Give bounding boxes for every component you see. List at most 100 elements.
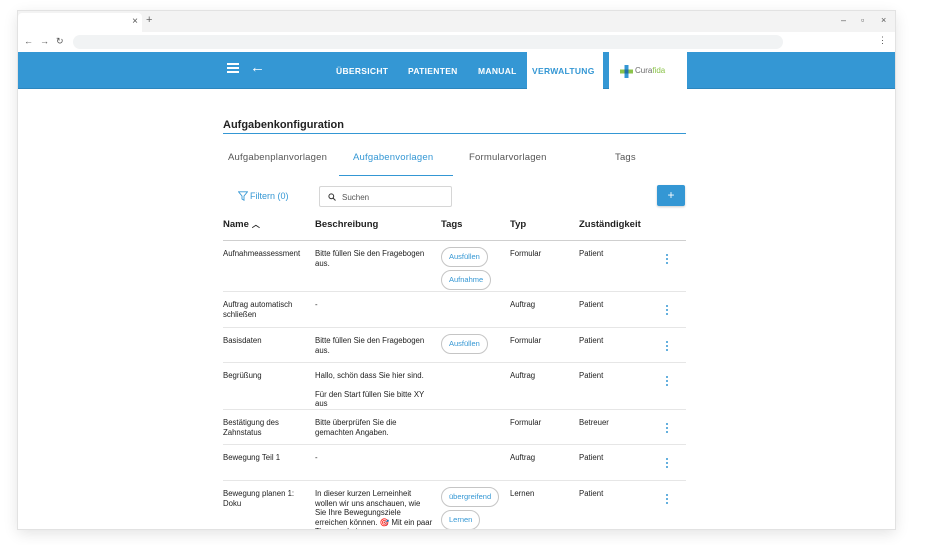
cell-typ: Auftrag: [510, 371, 536, 380]
cell-typ: Formular: [510, 249, 542, 258]
logo-cross-icon: [620, 65, 633, 78]
tab-aufgabenplanvorlagen[interactable]: Aufgabenplanvorlagen: [228, 152, 327, 163]
cell-beschreibung: -: [315, 300, 433, 319]
table-row[interactable]: Bewegung Teil 1 - Auftrag Patient: [223, 445, 686, 481]
filter-label: Filtern (0): [250, 191, 289, 201]
table-row[interactable]: Begrüßung Hallo, schön dass Sie hier sind…: [223, 363, 686, 410]
add-button[interactable]: +: [657, 185, 685, 206]
browser-tabstrip: × + – ▫ ×: [18, 11, 895, 32]
logo-text: Curafida: [635, 66, 666, 75]
cell-zustaendigkeit: Patient: [579, 300, 604, 309]
table-row[interactable]: Bestätigung des Zahnstatus Bitte überprüf…: [223, 410, 686, 445]
tab-formularvorlagen[interactable]: Formularvorlagen: [469, 152, 547, 163]
cell-typ: Auftrag: [510, 453, 536, 462]
row-more-icon[interactable]: [666, 423, 669, 434]
table-row[interactable]: Basisdaten Bitte füllen Sie den Frageboge…: [223, 328, 686, 363]
cell-tags: Ausfüllen: [441, 334, 505, 357]
nav-manual[interactable]: MANUAL: [478, 66, 517, 76]
cell-tags: übergreifend Lernen: [441, 487, 505, 529]
row-more-icon[interactable]: [666, 341, 669, 352]
sort-asc-icon[interactable]: ︿: [252, 219, 260, 230]
cell-beschreibung: Bitte füllen Sie den Fragebogen aus.: [315, 249, 433, 277]
back-nav-icon[interactable]: ←: [24, 36, 33, 46]
cell-beschreibung: -: [315, 453, 433, 472]
cell-zustaendigkeit: Betreuer: [579, 418, 609, 427]
title-divider: [223, 133, 686, 134]
cell-zustaendigkeit: Patient: [579, 249, 604, 258]
tab-close-icon[interactable]: ×: [132, 16, 138, 27]
app-header: ← ÜBERSICHT PATIENTEN MANUAL VERWALTUNG …: [18, 52, 895, 89]
filter-button[interactable]: Filtern (0): [237, 191, 289, 201]
cell-beschreibung: In dieser kurzen Lerneinheit wollen wir …: [315, 489, 433, 529]
page-title: Aufgabenkonfiguration: [223, 119, 344, 131]
main-content: Aufgabenkonfiguration Aufgabenplanvorlag…: [18, 89, 895, 529]
search-input[interactable]: [342, 191, 447, 203]
reload-icon[interactable]: ↻: [56, 36, 64, 47]
description-text: -: [315, 300, 318, 309]
table-row[interactable]: Aufnahmeassessment Bitte füllen Sie den F…: [223, 241, 686, 292]
row-more-icon[interactable]: [666, 254, 669, 265]
cell-zustaendigkeit: Patient: [579, 371, 604, 380]
forward-nav-icon[interactable]: →: [40, 36, 49, 46]
cell-name: Begrüßung: [223, 371, 262, 380]
cell-zustaendigkeit: Patient: [579, 453, 604, 462]
cell-beschreibung: Bitte füllen Sie den Fragebogen aus.: [315, 336, 433, 364]
tag-chip[interactable]: Lernen: [441, 510, 481, 529]
active-tab-indicator: [339, 175, 453, 176]
row-more-icon[interactable]: [666, 494, 669, 505]
search-field[interactable]: [319, 186, 452, 207]
table-row[interactable]: Auftrag automatisch schließen - Auftrag Pat…: [223, 292, 686, 328]
description-text: In dieser kurzen Lerneinheit wollen wir …: [315, 489, 433, 529]
cell-zustaendigkeit: Patient: [579, 489, 604, 498]
description-text: -: [315, 453, 318, 462]
description-text: Bitte füllen Sie den Fragebogen aus.: [315, 249, 425, 268]
logo[interactable]: Curafida: [609, 52, 687, 89]
minimize-icon[interactable]: –: [841, 15, 846, 25]
tab-tags[interactable]: Tags: [615, 152, 636, 163]
url-field[interactable]: [73, 35, 783, 49]
filter-icon: [237, 191, 249, 201]
cell-typ: Auftrag: [510, 300, 536, 309]
row-more-icon[interactable]: [666, 305, 669, 316]
cell-name: Aufnahmeassessment: [223, 249, 301, 258]
row-more-icon[interactable]: [666, 376, 669, 387]
description-text: Bitte überprüfen Sie die gemachten Angab…: [315, 418, 397, 437]
cell-typ: Formular: [510, 336, 542, 345]
cell-name: Bewegung Teil 1: [223, 453, 281, 462]
table-row[interactable]: Bewegung planen 1: Doku In dieser kurzen …: [223, 481, 686, 529]
description-text: Hallo, schön dass Sie hier sind.: [315, 371, 424, 380]
browser-window: × + – ▫ × ← → ↻ ⋮ ← ÜBERSICHT PATIENTEN …: [18, 11, 895, 529]
restore-icon[interactable]: ▫: [861, 15, 864, 25]
cell-name: Bewegung planen 1: Doku: [223, 489, 295, 508]
address-bar: ← → ↻ ⋮: [18, 32, 895, 52]
cell-name: Basisdaten: [223, 336, 262, 345]
nav-patienten[interactable]: PATIENTEN: [408, 66, 458, 76]
tag-chip[interactable]: Ausfüllen: [441, 247, 488, 267]
cell-beschreibung: Bitte überprüfen Sie die gemachten Angab…: [315, 418, 433, 446]
description-text: Bitte füllen Sie den Fragebogen aus.: [315, 336, 425, 355]
col-header-typ: Typ: [510, 219, 527, 230]
hamburger-menu-icon[interactable]: [227, 63, 239, 73]
tab-aufgabenvorlagen[interactable]: Aufgabenvorlagen: [353, 152, 433, 163]
col-header-tags: Tags: [441, 219, 463, 230]
arrow-left-icon[interactable]: ←: [250, 59, 265, 76]
window-close-icon[interactable]: ×: [881, 15, 886, 25]
tag-chip[interactable]: Ausfüllen: [441, 334, 488, 354]
cell-typ: Lernen: [510, 489, 535, 498]
cell-name: Auftrag automatisch schließen: [223, 300, 293, 319]
browser-menu-icon[interactable]: ⋮: [878, 35, 887, 46]
cell-typ: Formular: [510, 418, 542, 427]
cell-tags: Ausfüllen Aufnahme: [441, 247, 505, 293]
browser-tab[interactable]: ×: [18, 13, 142, 32]
nav-verwaltung[interactable]: VERWALTUNG: [527, 52, 603, 89]
col-header-name[interactable]: Name ︿: [223, 219, 260, 230]
search-icon: [328, 193, 336, 201]
cell-name: Bestätigung des Zahnstatus: [223, 418, 279, 437]
new-tab-icon[interactable]: +: [146, 14, 152, 26]
row-more-icon[interactable]: [666, 458, 669, 469]
cell-zustaendigkeit: Patient: [579, 336, 604, 345]
tag-chip[interactable]: übergreifend: [441, 487, 500, 507]
nav-uebersicht[interactable]: ÜBERSICHT: [336, 66, 388, 76]
tag-chip[interactable]: Aufnahme: [441, 270, 492, 290]
col-header-zustaendigkeit: Zuständigkeit: [579, 219, 641, 230]
